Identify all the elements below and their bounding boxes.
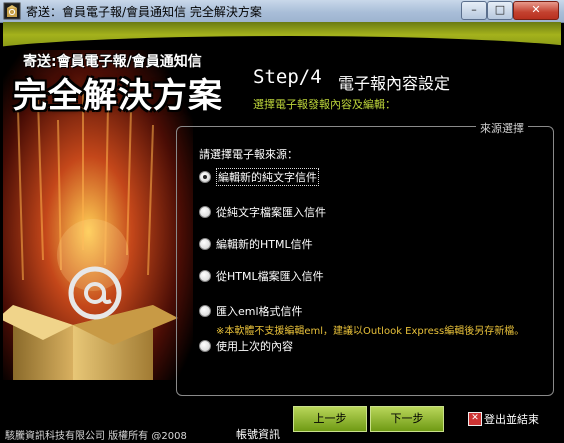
title-bar[interactable]: 寄送：會員電子報/會員通知信 完全解決方案 – □ ✕ [0, 0, 564, 23]
radio-button[interactable] [199, 270, 211, 282]
window-title: 寄送：會員電子報/會員通知信 完全解決方案 [26, 5, 262, 19]
radio-button[interactable] [199, 305, 211, 317]
minimize-button[interactable]: – [461, 1, 487, 20]
radio-button[interactable] [199, 238, 211, 250]
close-icon[interactable]: ✕ [468, 412, 482, 426]
next-button[interactable]: 下一步 [370, 406, 444, 432]
option-label: 從HTML檔案匯入信件 [216, 270, 324, 283]
wizard-panel: 寄送:會員電子報/會員通知信 完全解決方案 Step/4 電子報內容設定 選擇電… [3, 22, 561, 440]
step-indicator: Step/4 [253, 66, 322, 88]
source-group-label: 來源選擇 [476, 120, 528, 136]
source-prompt: 請選擇電子報來源： [199, 148, 298, 161]
page-title: 電子報內容設定 [338, 74, 451, 93]
brand-title: 完全解決方案 [13, 76, 223, 116]
account-info-link[interactable]: 帳號資訊 [236, 426, 280, 440]
source-group-box [176, 126, 554, 396]
option-label: 從純文字檔案匯入信件 [216, 206, 326, 219]
radio-button-selected[interactable] [199, 171, 211, 183]
app-window: 寄送：會員電子報/會員通知信 完全解決方案 – □ ✕ 寄送:會員電子報/會員通… [0, 0, 564, 443]
exit-button[interactable]: 登出並結束 [484, 411, 539, 427]
radio-button[interactable] [199, 206, 211, 218]
option-label: 匯入eml格式信件 [216, 305, 303, 318]
page-description: 選擇電子報發報內容及編輯： [253, 98, 396, 111]
option-label: 編輯新的純文字信件 [216, 168, 319, 186]
eml-note: ※本軟體不支援編輯eml，建議以Outlook Express編輯後另存新檔。 [216, 326, 525, 337]
close-button[interactable]: ✕ [513, 1, 559, 20]
option-label: 使用上次的內容 [216, 340, 293, 353]
option-label: 編輯新的HTML信件 [216, 238, 313, 251]
maximize-button[interactable]: □ [487, 1, 513, 20]
radio-button[interactable] [199, 340, 211, 352]
copyright-text: 駭騰資訊科技有限公司 版權所有 @2008 [5, 431, 187, 440]
prev-button[interactable]: 上一步 [293, 406, 367, 432]
app-logo-icon [3, 2, 21, 20]
